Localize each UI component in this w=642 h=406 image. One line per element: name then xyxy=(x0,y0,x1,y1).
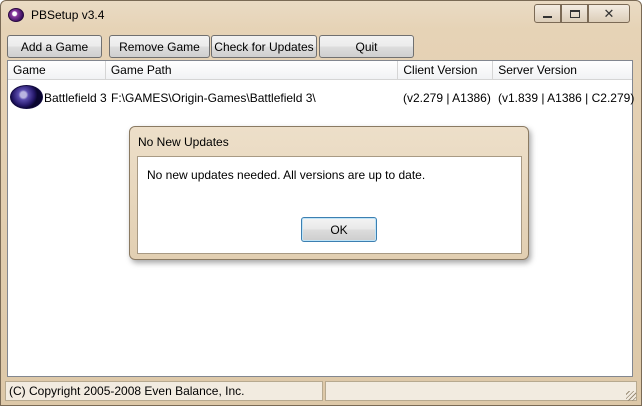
game-path: F:\GAMES\Origin-Games\Battlefield 3\ xyxy=(111,91,316,105)
add-game-button[interactable]: Add a Game xyxy=(7,35,102,58)
title-bar[interactable]: PBSetup v3.4 ✕ xyxy=(1,1,641,29)
column-header-server-version[interactable]: Server Version xyxy=(493,61,632,80)
resize-grip-icon[interactable] xyxy=(626,391,636,401)
client-version: (v2.279 | A1386) xyxy=(403,91,491,105)
ok-button[interactable]: OK xyxy=(301,217,377,242)
column-header-path[interactable]: Game Path xyxy=(106,61,399,80)
maximize-icon xyxy=(569,9,580,18)
column-header-client-version[interactable]: Client Version xyxy=(398,61,494,80)
maximize-button[interactable] xyxy=(561,4,588,23)
list-header: Game Game Path Client Version Server Ver… xyxy=(8,61,632,80)
punkbuster-icon xyxy=(8,8,24,22)
check-updates-button[interactable]: Check for Updates xyxy=(211,35,317,58)
status-bar: (C) Copyright 2005-2008 Even Balance, In… xyxy=(5,380,637,402)
minimize-icon xyxy=(543,15,552,18)
minimize-button[interactable] xyxy=(534,4,561,23)
close-icon: ✕ xyxy=(603,5,615,21)
toolbar: Add a Game Remove Game Check for Updates… xyxy=(7,35,637,59)
column-header-game[interactable]: Game xyxy=(8,61,106,80)
window-title: PBSetup v3.4 xyxy=(31,8,105,22)
server-version: (v1.839 | A1386 | C2.279) xyxy=(498,91,635,105)
status-copyright: (C) Copyright 2005-2008 Even Balance, In… xyxy=(5,381,323,401)
game-name: Battlefield 3 xyxy=(44,91,107,105)
status-pane-empty xyxy=(325,381,637,401)
dialog-title: No New Updates xyxy=(138,135,229,149)
dialog-message: No new updates needed. All versions are … xyxy=(147,168,426,182)
dialog-body: No new updates needed. All versions are … xyxy=(137,156,522,254)
no-updates-dialog: No New Updates No new updates needed. Al… xyxy=(129,126,529,260)
table-row[interactable]: Battlefield 3 F:\GAMES\Origin-Games\Batt… xyxy=(8,85,635,111)
close-button[interactable]: ✕ xyxy=(588,4,630,23)
quit-button[interactable]: Quit xyxy=(319,35,414,58)
battlefield-icon xyxy=(10,85,43,109)
remove-game-button[interactable]: Remove Game xyxy=(109,35,210,58)
